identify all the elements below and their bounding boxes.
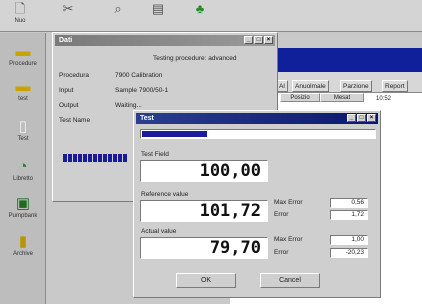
progress-segment: [118, 154, 122, 162]
cut-icon: ✂: [62, 1, 74, 16]
connect-button[interactable]: ♣: [182, 1, 218, 31]
ok-button[interactable]: OK: [176, 273, 236, 288]
sidebar-item-archive[interactable]: ▮ Archive: [0, 233, 46, 257]
archive-icon: ▮: [18, 233, 28, 250]
minimize-button[interactable]: _: [347, 114, 356, 122]
minimize-button[interactable]: _: [244, 36, 253, 44]
info-dialog-titlebar: Dati _ □ ×: [55, 35, 275, 46]
info-message: Testing procedure: advanced: [153, 55, 237, 62]
toolbar: 🗋 Nuo ✂ ⌕ ▤ ♣: [0, 0, 422, 32]
error-value: -20,23: [330, 248, 368, 258]
progress-segment: [93, 154, 97, 162]
column-header[interactable]: Posizio: [280, 93, 320, 102]
close-button[interactable]: ×: [367, 114, 376, 122]
search-button[interactable]: ⌕: [100, 1, 136, 31]
folder-icon: ▬: [15, 43, 31, 60]
test-field-label: Test Field: [141, 151, 169, 158]
progress-segment: [123, 154, 127, 162]
tab-parzione[interactable]: Parzione: [340, 80, 372, 92]
max-error-label: Max Error: [274, 199, 303, 206]
maximize-button[interactable]: □: [357, 114, 366, 122]
progress-segment: [68, 154, 72, 162]
sidebar-item-pumpbank[interactable]: ▣ Pumpbank: [0, 195, 46, 219]
max-error-value: 0,56: [330, 198, 368, 208]
cut-button[interactable]: ✂: [50, 1, 86, 31]
tab-anuolmale[interactable]: Anuolmale: [292, 80, 329, 92]
progress-segment: [88, 154, 92, 162]
close-button[interactable]: ×: [264, 36, 273, 44]
progress-segment: [73, 154, 77, 162]
max-error-label: Max Error: [274, 236, 303, 243]
progress-fill: [142, 131, 207, 137]
folder-icon: ▬: [15, 78, 31, 95]
sidebar-item-libretto[interactable]: ◔ Libretto: [0, 158, 46, 182]
sidebar: ▬ Procedure ▬ test ▯ Test ◔ Libretto ▣ P…: [0, 33, 46, 304]
sidebar-item-test-doc[interactable]: ▯ Test: [0, 118, 46, 142]
new-document-icon: 🗋: [14, 1, 26, 16]
max-error-value: 1,00: [330, 235, 368, 245]
reference-value: 101,72: [140, 200, 268, 222]
measure-dialog: Test _ □ × Test Field 100,00 Reference v…: [133, 110, 381, 298]
new-button[interactable]: 🗋 Nuo: [2, 1, 38, 31]
progress-segment: [78, 154, 82, 162]
progress-segment: [83, 154, 87, 162]
grid-cell: 10:52: [376, 96, 392, 102]
maximize-button[interactable]: □: [254, 36, 263, 44]
measure-dialog-titlebar: Test _ □ ×: [136, 113, 378, 124]
error-label: Error: [274, 211, 289, 218]
sidebar-item-test[interactable]: ▬ test: [0, 78, 46, 102]
connect-icon: ♣: [195, 1, 205, 16]
progress-segment: [113, 154, 117, 162]
measure-progress-bar: [140, 129, 376, 139]
monitor-icon: ▣: [15, 195, 31, 212]
progress-segment: [108, 154, 112, 162]
search-icon: ⌕: [114, 1, 122, 16]
sidebar-item-procedure[interactable]: ▬ Procedure: [0, 43, 46, 67]
column-header[interactable]: Mesat: [320, 93, 364, 102]
progress-segment: [103, 154, 107, 162]
view-button[interactable]: ▤: [140, 1, 176, 31]
actual-value-label: Actual value: [141, 228, 177, 235]
progress-segment: [63, 154, 67, 162]
tab-report[interactable]: Report: [382, 80, 408, 92]
progress-segment: [98, 154, 102, 162]
reference-value-label: Reference value: [141, 191, 189, 198]
chart-icon: ◔: [18, 158, 28, 175]
info-dialog-title: Dati: [59, 37, 73, 44]
actual-value: 79,70: [140, 237, 268, 259]
measure-dialog-title: Test: [140, 115, 154, 122]
error-label: Error: [274, 249, 289, 256]
test-field-value: 100,00: [140, 160, 268, 182]
cancel-button[interactable]: Cancel: [260, 273, 320, 288]
error-value: 1,72: [330, 210, 368, 220]
document-icon: ▯: [18, 118, 28, 135]
view-icon: ▤: [151, 1, 165, 16]
